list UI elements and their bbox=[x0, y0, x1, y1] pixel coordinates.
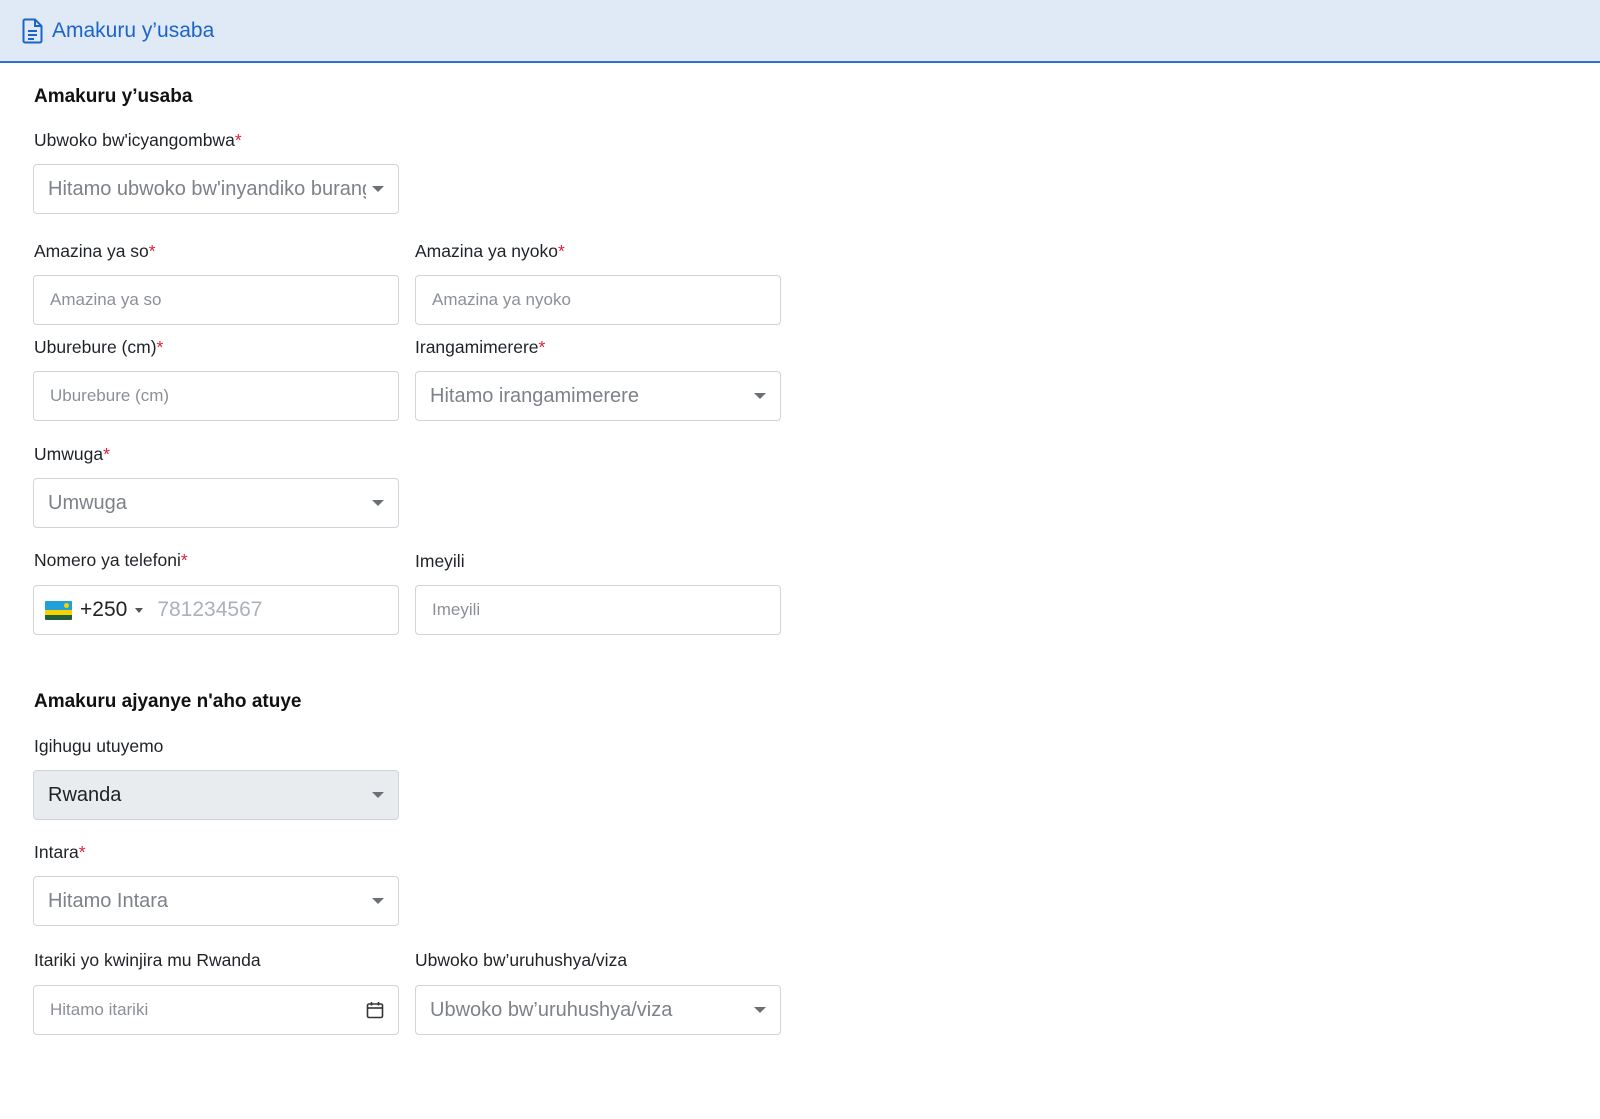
entry-date-label: Itariki yo kwinjira mu Rwanda bbox=[34, 950, 261, 970]
father-name-field[interactable] bbox=[33, 275, 399, 325]
occupation-placeholder: Umwuga bbox=[48, 491, 127, 514]
email-field[interactable] bbox=[415, 585, 781, 635]
chevron-down-icon bbox=[372, 898, 384, 904]
document-icon bbox=[22, 18, 44, 44]
height-label: Uburebure (cm)* bbox=[34, 337, 164, 357]
chevron-down-icon bbox=[754, 393, 766, 399]
marital-status-select[interactable]: Hitamo irangamimerere bbox=[415, 371, 781, 421]
country-value: Rwanda bbox=[48, 783, 122, 806]
document-type-placeholder: Hitamo ubwoko bw'inyandiko buranga bbox=[48, 177, 366, 200]
country-label: Igihugu utuyemo bbox=[34, 736, 164, 756]
entry-date-input[interactable] bbox=[34, 986, 366, 1034]
mother-name-field[interactable] bbox=[415, 275, 781, 325]
rwanda-flag-icon[interactable] bbox=[45, 600, 72, 620]
height-field[interactable] bbox=[33, 371, 399, 421]
entry-date-field[interactable] bbox=[33, 985, 399, 1035]
marital-status-label: Irangamimerere* bbox=[415, 337, 546, 357]
mother-name-input[interactable] bbox=[416, 276, 780, 324]
country-code[interactable]: +250 bbox=[80, 598, 127, 622]
document-type-label: Ubwoko bw'icyangombwa* bbox=[34, 130, 242, 150]
calendar-icon[interactable] bbox=[366, 1001, 384, 1019]
mother-name-label: Amazina ya nyoko* bbox=[415, 241, 565, 261]
visa-type-label: Ubwoko bw’uruhushya/viza bbox=[415, 950, 628, 970]
height-input[interactable] bbox=[34, 372, 398, 420]
marital-status-placeholder: Hitamo irangamimerere bbox=[430, 384, 639, 407]
chevron-down-icon bbox=[372, 186, 384, 192]
father-name-input[interactable] bbox=[34, 276, 398, 324]
page-header: Amakuru y’usaba bbox=[0, 0, 1600, 63]
father-name-label: Amazina ya so* bbox=[34, 241, 156, 261]
chevron-down-icon bbox=[754, 1007, 766, 1013]
email-label: Imeyili bbox=[415, 551, 465, 571]
header-title: Amakuru y’usaba bbox=[52, 18, 215, 42]
province-select[interactable]: Hitamo Intara bbox=[33, 876, 399, 926]
province-placeholder: Hitamo Intara bbox=[48, 889, 169, 912]
province-label: Intara* bbox=[34, 842, 86, 862]
occupation-select[interactable]: Umwuga bbox=[33, 478, 399, 528]
email-input[interactable] bbox=[416, 586, 780, 634]
section-title-residence: Amakuru ajyanye n'aho atuye bbox=[34, 691, 302, 712]
chevron-down-icon[interactable] bbox=[135, 607, 144, 613]
section-title-applicant: Amakuru y’usaba bbox=[34, 86, 193, 107]
occupation-label: Umwuga* bbox=[34, 444, 110, 464]
visa-type-select[interactable]: Ubwoko bw’uruhushya/viza bbox=[415, 985, 781, 1035]
phone-label: Nomero ya telefoni* bbox=[34, 550, 188, 570]
phone-field[interactable]: +250 bbox=[33, 585, 399, 635]
country-select: Rwanda bbox=[33, 770, 399, 820]
phone-input[interactable] bbox=[143, 586, 398, 634]
visa-type-placeholder: Ubwoko bw’uruhushya/viza bbox=[430, 998, 673, 1021]
chevron-down-icon bbox=[372, 792, 384, 798]
document-type-select[interactable]: Hitamo ubwoko bw'inyandiko buranga bbox=[33, 164, 399, 214]
chevron-down-icon bbox=[372, 500, 384, 506]
